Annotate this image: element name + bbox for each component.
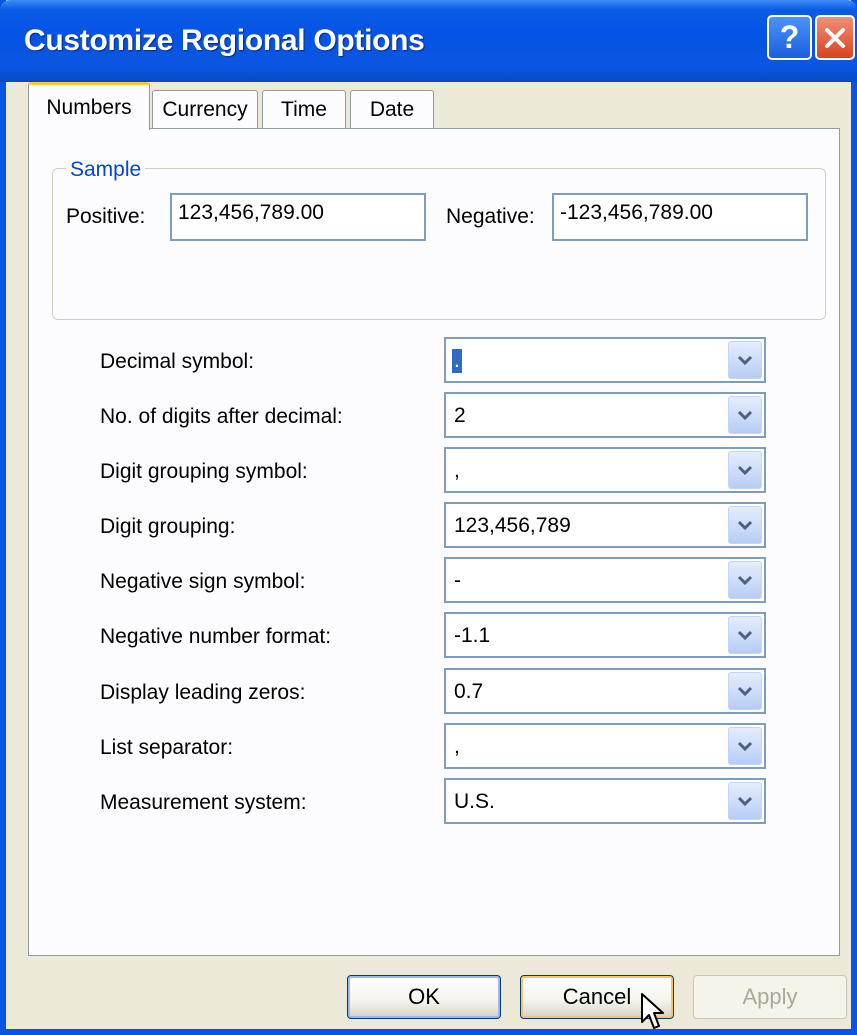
digit-grouping-symbol-label: Digit grouping symbol: xyxy=(100,460,308,483)
negative-sign-symbol-label: Negative sign symbol: xyxy=(100,570,306,593)
sample-groupbox xyxy=(52,168,826,320)
help-button[interactable]: ? xyxy=(767,15,812,60)
dropdown-button[interactable] xyxy=(728,616,762,654)
digit-grouping-label: Digit grouping: xyxy=(100,515,236,538)
dropdown-button[interactable] xyxy=(728,561,762,599)
chevron-down-icon xyxy=(737,410,753,421)
digit-grouping-symbol-select[interactable]: , xyxy=(444,447,766,493)
decimal-symbol-label: Decimal symbol: xyxy=(100,350,255,373)
sample-legend: Sample xyxy=(66,158,146,182)
digit-grouping-select[interactable]: 123,456,789 xyxy=(444,502,766,548)
dropdown-button[interactable] xyxy=(728,396,762,434)
combo-value: -1.1 xyxy=(454,624,491,647)
digits-after-decimal-select[interactable]: 2 xyxy=(444,392,766,438)
tab-label: Time xyxy=(281,97,327,121)
display-leading-zeros-label: Display leading zeros: xyxy=(100,681,306,704)
chevron-down-icon xyxy=(737,630,753,641)
measurement-system-select[interactable]: U.S. xyxy=(444,778,766,824)
tab-date[interactable]: Date xyxy=(350,90,434,128)
combo-value: . xyxy=(452,349,462,373)
dropdown-button[interactable] xyxy=(728,727,762,765)
combo-value: - xyxy=(454,569,461,592)
combo-value: , xyxy=(454,735,460,758)
positive-sample-field: 123,456,789.00 xyxy=(170,193,426,241)
negative-sample-value: -123,456,789.00 xyxy=(560,201,713,224)
tab-label: Numbers xyxy=(46,95,132,119)
list-separator-select[interactable]: , xyxy=(444,723,766,769)
positive-sample-value: 123,456,789.00 xyxy=(178,201,324,224)
tab-numbers[interactable]: Numbers xyxy=(28,82,150,130)
apply-button-label: Apply xyxy=(742,984,798,1009)
dropdown-button[interactable] xyxy=(728,506,762,544)
chevron-down-icon xyxy=(737,686,753,697)
digits-after-decimal-label: No. of digits after decimal: xyxy=(100,405,343,428)
ok-button[interactable]: OK xyxy=(347,975,501,1019)
measurement-system-label: Measurement system: xyxy=(100,791,307,814)
combo-value: 0.7 xyxy=(454,680,484,703)
help-icon: ? xyxy=(779,19,800,55)
window-title: Customize Regional Options xyxy=(24,24,425,57)
combo-value: , xyxy=(454,459,460,482)
chevron-down-icon xyxy=(737,796,753,807)
tab-currency[interactable]: Currency xyxy=(152,90,258,128)
decimal-symbol-select[interactable]: . xyxy=(444,337,766,383)
display-leading-zeros-select[interactable]: 0.7 xyxy=(444,668,766,714)
chevron-down-icon xyxy=(737,465,753,476)
title-bar[interactable]: Customize Regional Options ? xyxy=(0,0,857,82)
close-icon xyxy=(825,27,845,48)
apply-button[interactable]: Apply xyxy=(693,975,847,1019)
dropdown-button[interactable] xyxy=(728,782,762,820)
ok-button-label: OK xyxy=(408,984,440,1009)
chevron-down-icon xyxy=(737,575,753,586)
dropdown-button[interactable] xyxy=(728,672,762,710)
negative-number-format-label: Negative number format: xyxy=(100,625,332,648)
cancel-button-label: Cancel xyxy=(562,984,632,1009)
mouse-pointer-icon xyxy=(641,993,664,1029)
combo-value: 123,456,789 xyxy=(454,514,571,537)
negative-number-format-select[interactable]: -1.1 xyxy=(444,612,766,658)
negative-sign-symbol-select[interactable]: - xyxy=(444,557,766,603)
combo-value: U.S. xyxy=(454,790,495,813)
tab-time[interactable]: Time xyxy=(262,90,346,128)
chevron-down-icon xyxy=(737,741,753,752)
dropdown-button[interactable] xyxy=(728,341,762,379)
chevron-down-icon xyxy=(737,355,753,366)
chevron-down-icon xyxy=(737,520,753,531)
positive-label: Positive: xyxy=(66,205,146,228)
tab-label: Date xyxy=(369,97,415,121)
negative-sample-field: -123,456,789.00 xyxy=(552,193,808,241)
combo-value: 2 xyxy=(454,404,466,427)
dropdown-button[interactable] xyxy=(728,451,762,489)
list-separator-label: List separator: xyxy=(100,736,234,759)
tab-label: Currency xyxy=(162,97,248,121)
negative-label: Negative: xyxy=(446,205,535,228)
close-button[interactable] xyxy=(815,15,855,60)
